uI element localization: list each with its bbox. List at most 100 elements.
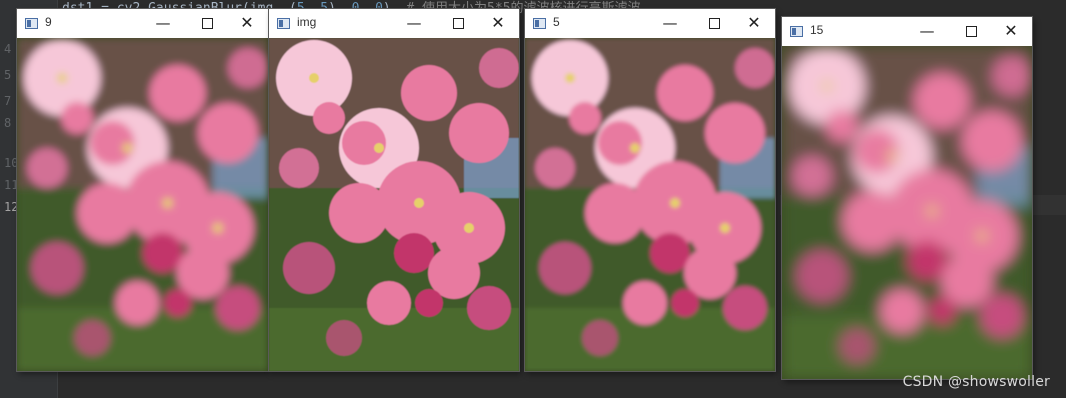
image-window-5[interactable]: 5 — ✕: [525, 9, 775, 371]
blossom-shape: [279, 148, 319, 188]
blossom-shape: [650, 233, 690, 273]
blossom-shape: [215, 286, 260, 330]
blossom-center: [565, 73, 575, 83]
blossom-shape: [792, 156, 832, 196]
close-button[interactable]: ✕: [996, 20, 1026, 42]
blossom-center: [822, 81, 832, 91]
blossom-shape: [415, 289, 443, 317]
blossom-shape: [163, 289, 192, 317]
blossom-shape: [535, 148, 575, 188]
window-title: 9: [45, 15, 52, 29]
blossom-shape: [449, 103, 509, 163]
blossom-shape: [401, 65, 457, 121]
close-button[interactable]: ✕: [232, 12, 262, 34]
blossom-shape: [582, 320, 618, 356]
blossom-center: [630, 143, 640, 153]
blossom-center: [309, 73, 319, 83]
blossom-shape: [723, 286, 767, 330]
image-canvas: [782, 46, 1032, 379]
watermark: CSDN @showswoller: [902, 374, 1050, 390]
blossom-shape: [735, 48, 775, 88]
blossom-shape: [880, 289, 924, 333]
blossom-shape: [90, 121, 135, 165]
line-number: 11: [4, 178, 19, 192]
blossom-photo: [17, 38, 268, 371]
line-number: 12: [4, 200, 19, 214]
window-titlebar[interactable]: 9 — ✕: [17, 9, 268, 38]
blossom-shape: [342, 121, 386, 165]
app-icon: [533, 18, 546, 29]
blossom-shape: [796, 250, 848, 302]
close-button[interactable]: ✕: [483, 12, 513, 34]
blossom-center: [212, 223, 223, 233]
app-icon: [25, 18, 38, 29]
blossom-center: [720, 223, 730, 233]
maximize-icon: [452, 18, 464, 29]
image-canvas: [17, 38, 268, 371]
blossom-shape: [326, 320, 362, 356]
image-canvas: [525, 38, 775, 371]
blossom-shape: [705, 103, 765, 163]
blossom-center: [887, 151, 897, 161]
blossom-shape: [479, 48, 519, 88]
maximize-icon: [201, 18, 213, 29]
blossom-photo: [525, 38, 775, 371]
minimize-button[interactable]: —: [148, 12, 178, 34]
blossom-shape: [980, 294, 1024, 338]
window-titlebar[interactable]: 5 — ✕: [525, 9, 775, 38]
line-number: 10: [4, 156, 19, 170]
line-number: 4: [4, 42, 12, 56]
blossom-shape: [142, 233, 183, 273]
blossom-center: [927, 206, 937, 216]
blossom-center: [977, 231, 987, 241]
blossom-shape: [283, 242, 335, 294]
maximize-button[interactable]: [956, 20, 986, 42]
blossom-shape: [227, 48, 268, 88]
minimize-button[interactable]: —: [399, 12, 429, 34]
close-button[interactable]: ✕: [739, 12, 769, 34]
blossom-shape: [77, 183, 138, 243]
window-titlebar[interactable]: 15 — ✕: [782, 17, 1032, 46]
blossom-shape: [907, 241, 947, 281]
blossom-shape: [671, 289, 699, 317]
blossom-shape: [598, 121, 642, 165]
app-icon: [790, 26, 803, 37]
blossom-center: [414, 198, 424, 208]
blossom-shape: [826, 110, 858, 142]
blossom-shape: [467, 286, 511, 330]
window-title: img: [297, 15, 317, 29]
image-window-15[interactable]: 15 — ✕: [782, 17, 1032, 379]
blossom-shape: [61, 102, 94, 134]
blossom-shape: [313, 102, 345, 134]
blossom-shape: [657, 65, 713, 121]
blossom-photo: [782, 46, 1032, 379]
maximize-button[interactable]: [699, 12, 729, 34]
image-window-9[interactable]: 9 — ✕: [17, 9, 268, 371]
blossom-shape: [394, 233, 434, 273]
blossom-shape: [329, 183, 389, 243]
blossom-center: [57, 73, 68, 83]
blossom-shape: [839, 328, 875, 364]
line-number: 5: [4, 68, 12, 82]
blossom-shape: [149, 65, 206, 121]
blossom-shape: [367, 281, 411, 325]
line-number: 7: [4, 94, 12, 108]
app-icon: [277, 18, 290, 29]
image-canvas: [269, 38, 519, 371]
maximize-button[interactable]: [443, 12, 473, 34]
image-window-img[interactable]: img — ✕: [269, 9, 519, 371]
blossom-shape: [855, 129, 899, 173]
maximize-button[interactable]: [192, 12, 222, 34]
blossom-shape: [115, 281, 160, 325]
blossom-center: [670, 198, 680, 208]
blossom-shape: [27, 148, 68, 188]
blossom-shape: [962, 111, 1022, 171]
blossom-shape: [928, 297, 956, 325]
blossom-center: [122, 143, 133, 153]
window-title: 15: [810, 23, 824, 37]
minimize-button[interactable]: —: [912, 20, 942, 42]
blossom-shape: [914, 73, 970, 129]
minimize-button[interactable]: —: [655, 12, 685, 34]
window-titlebar[interactable]: img — ✕: [269, 9, 519, 38]
blossom-center: [464, 223, 474, 233]
